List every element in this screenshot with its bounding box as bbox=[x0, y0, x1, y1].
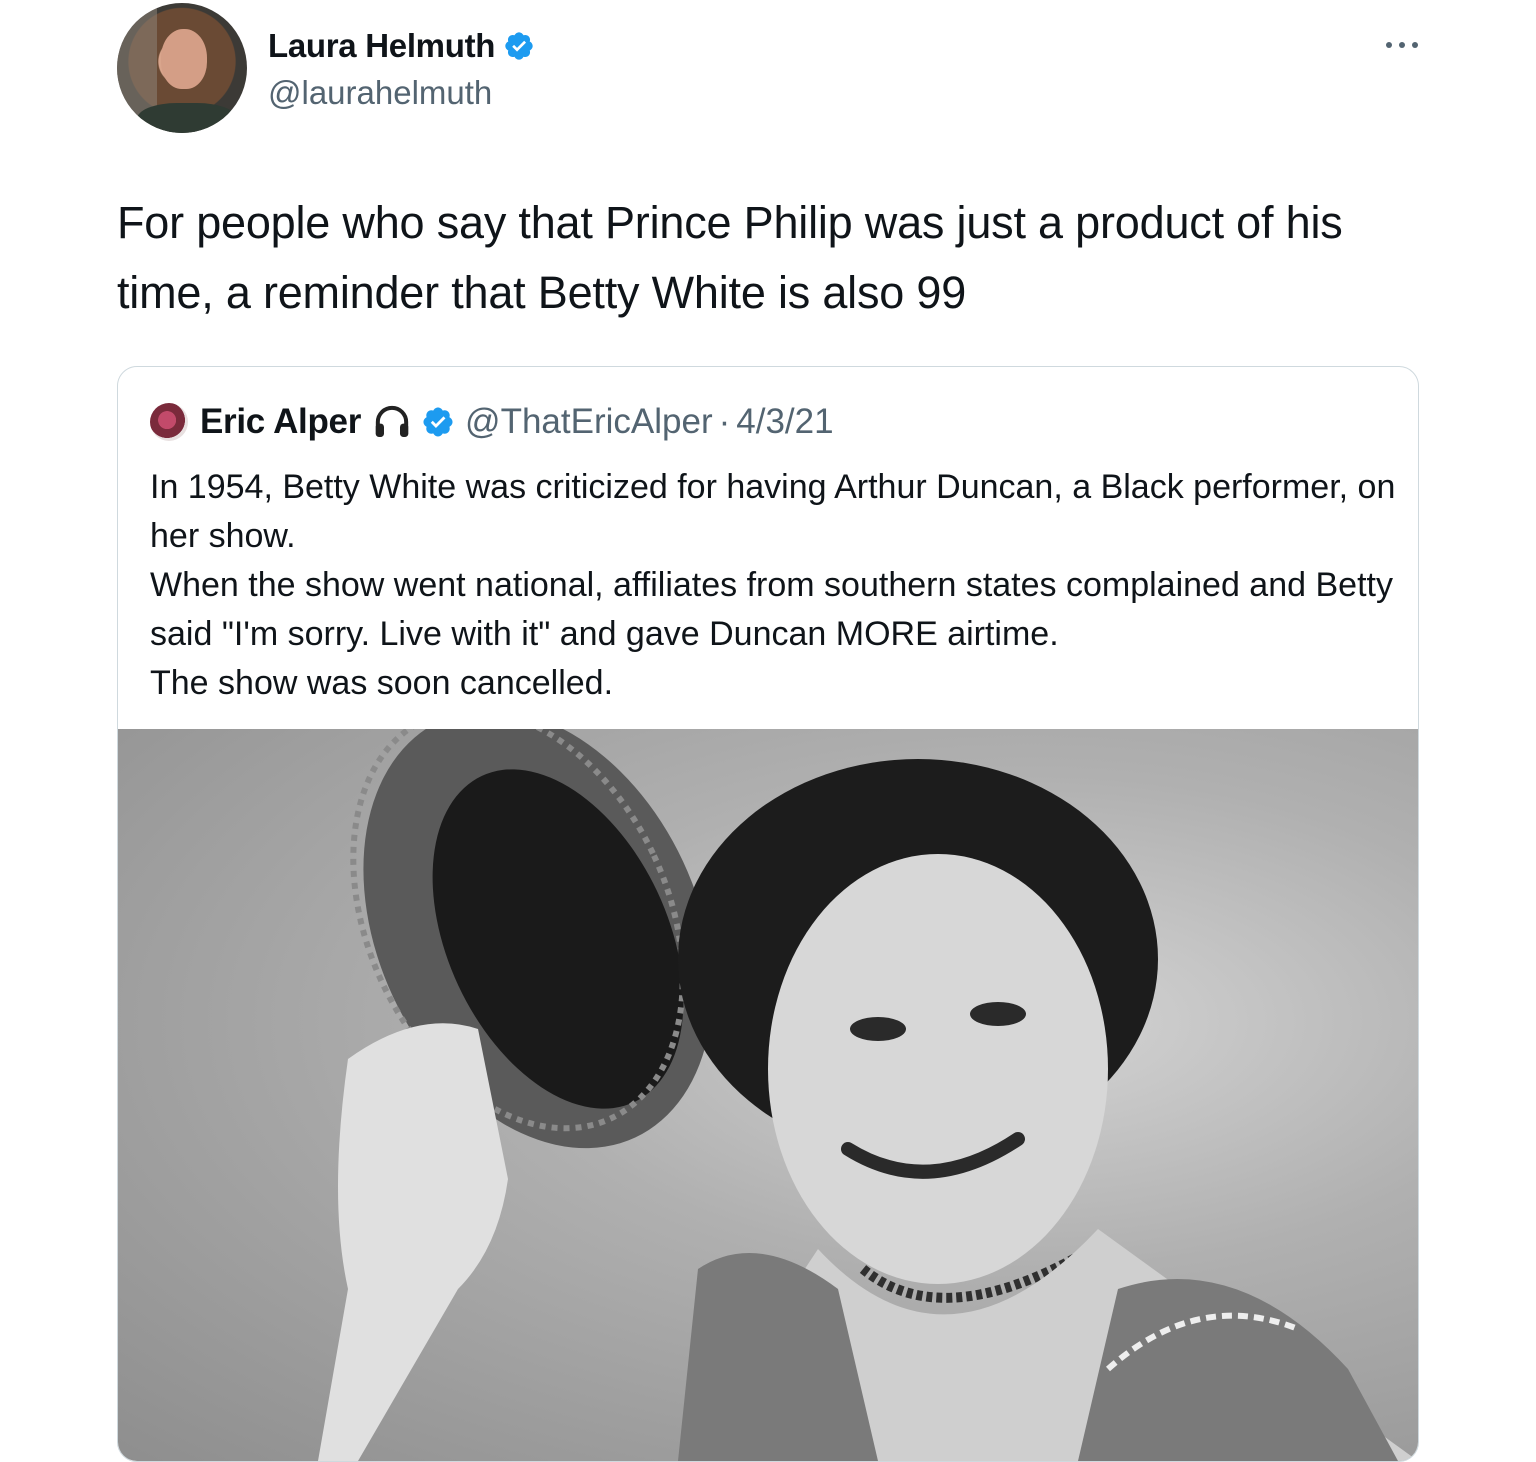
quote-text: In 1954, Betty White was criticized for … bbox=[150, 463, 1400, 708]
quote-display-name[interactable]: Eric Alper bbox=[200, 402, 361, 442]
author-avatar[interactable] bbox=[117, 3, 247, 133]
headphones-icon bbox=[375, 405, 409, 437]
quoted-tweet[interactable]: Eric Alper @ThatEricAlper · 4/3/21 In 19… bbox=[117, 366, 1419, 1462]
quote-avatar[interactable] bbox=[150, 403, 188, 441]
avatar-face bbox=[161, 29, 207, 89]
quote-date[interactable]: 4/3/21 bbox=[736, 402, 833, 442]
more-dot bbox=[1412, 42, 1418, 48]
display-name-row: Laura Helmuth bbox=[268, 26, 535, 66]
quote-media-photo[interactable] bbox=[118, 729, 1418, 1461]
quote-header: Eric Alper @ThatEricAlper · 4/3/21 bbox=[150, 397, 834, 447]
author-display-name[interactable]: Laura Helmuth bbox=[268, 27, 495, 65]
tweet: Laura Helmuth @laurahelmuth For people w… bbox=[0, 0, 1536, 1462]
tweet-text: For people who say that Prince Philip wa… bbox=[117, 197, 1343, 318]
avatar-shirt bbox=[137, 103, 237, 133]
quote-text-line: When the show went national, affiliates … bbox=[150, 566, 1393, 653]
verified-badge-icon bbox=[505, 32, 533, 60]
quote-separator: · bbox=[718, 402, 731, 441]
more-dot bbox=[1386, 42, 1392, 48]
verified-badge-icon bbox=[423, 407, 453, 437]
more-options-icon[interactable] bbox=[1380, 30, 1424, 60]
author-block: Laura Helmuth @laurahelmuth bbox=[268, 26, 535, 112]
author-handle[interactable]: @laurahelmuth bbox=[268, 74, 535, 112]
photo-illustration bbox=[318, 729, 1418, 1461]
more-dot bbox=[1399, 42, 1405, 48]
quote-handle[interactable]: @ThatEricAlper bbox=[465, 402, 713, 442]
quote-text-line: The show was soon cancelled. bbox=[150, 664, 614, 702]
quote-text-line: In 1954, Betty White was criticized for … bbox=[150, 468, 1396, 555]
